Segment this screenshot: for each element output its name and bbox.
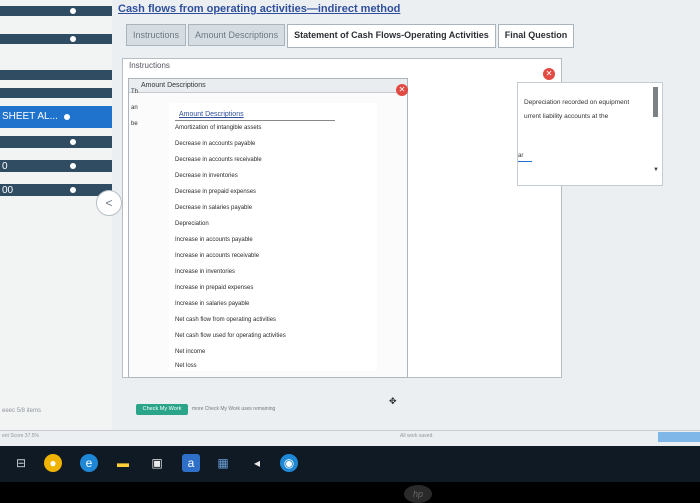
sidebar-dot [70,163,76,169]
store-icon[interactable]: ▣ [148,454,166,472]
page-title: Cash flows from operating activities—ind… [118,3,401,15]
close-icon[interactable]: ✕ [543,68,555,80]
descriptions-list: Amount Descriptions Amortization of inta… [169,103,377,371]
list-item: Increase in accounts payable [175,237,253,243]
text-underline [518,161,532,162]
sidebar-row-label: 00 [2,185,14,196]
app-icon[interactable]: ◉ [280,454,298,472]
list-item: Net income [175,349,206,355]
sidebar-bar [0,184,112,196]
list-item: Increase in prepaid expenses [175,285,254,291]
close-icon[interactable]: ✕ [396,84,408,96]
popup-header: Amount Descriptions [129,79,407,93]
sidebar-dot [70,139,76,145]
footer-button[interactable] [658,432,700,442]
sidebar-item-label: SHEET AL... [2,111,58,122]
instruction-text-fragment: ar [518,153,524,159]
background-text-fragment: be [131,121,138,127]
items-progress: eeec 5/8 items [2,408,42,414]
edge-icon[interactable]: e [80,454,98,472]
list-item: Decrease in accounts payable [175,141,256,147]
sidebar-bar [0,70,112,80]
tab-statement-of-cash-flows[interactable]: Statement of Cash Flows-Operating Activi… [287,24,496,48]
photos-icon[interactable]: ▦ [214,454,232,472]
list-item: Net cash flow from operating activities [175,317,277,323]
amount-descriptions-popup: Amount Descriptions Th an be Amount Desc… [128,78,408,378]
save-status: All work saved. [400,433,434,439]
taskbar [0,446,700,482]
sidebar-bar [0,88,112,98]
hp-logo-icon: hp [404,485,432,503]
left-sidebar: SHEET AL... 0 00 [0,0,112,440]
check-my-work-button[interactable]: Check My Work [136,404,188,415]
list-header: Amount Descriptions [179,111,244,118]
instruction-text-line: Depreciation recorded on equipment [524,99,630,106]
check-uses-remaining: more Check My Work uses remaining [192,406,276,412]
instructions-window-label: Instructions [129,61,170,70]
sidebar-bar [0,34,112,44]
tab-amount-descriptions[interactable]: Amount Descriptions [188,24,286,46]
instruction-text-line: urrent liability accounts at the [524,113,609,120]
back-arrow-icon[interactable]: < [96,190,122,216]
background-text-fragment: an [131,105,138,111]
header-underline [175,120,335,121]
list-item: Increase in accounts receivable [175,253,260,259]
score-text: ent Score 37.5% [2,433,39,439]
sidebar-bar [0,136,112,148]
list-item: Decrease in salaries payable [175,205,253,211]
background-text-fragment: Th [131,89,139,95]
sidebar-dot [70,187,76,193]
list-item: Decrease in accounts receivable [175,157,262,163]
footer [0,430,700,446]
tab-final-question[interactable]: Final Question [497,24,575,48]
list-item: Net cash flow used for operating activit… [175,333,286,339]
sidebar-bar [0,160,112,172]
sidebar-dot [70,36,76,42]
list-item: Increase in inventories [175,269,236,275]
tab-instructions[interactable]: Instructions [126,24,187,46]
list-item: Depreciation [175,221,209,227]
amazon-icon[interactable]: a [182,454,200,472]
instructions-text-panel: Depreciation recorded on equipment urren… [517,82,663,186]
chrome-icon[interactable]: ● [44,454,62,472]
cursor-icon: ✥ [389,396,397,406]
popup-title: Amount Descriptions [141,82,206,89]
sidebar-bar [0,6,112,16]
list-item: Decrease in prepaid expenses [175,189,257,195]
list-item: Increase in salaries payable [175,301,250,307]
scroll-down-icon[interactable]: ▼ [653,167,659,173]
monitor-bezel [0,482,700,503]
list-item: Net loss [175,363,197,369]
sidebar-dot [70,8,76,14]
list-item: Decrease in inventories [175,173,238,179]
folder-icon[interactable]: ▬ [114,454,132,472]
mail-icon[interactable]: ◂ [248,454,266,472]
list-item: Amortization of intangible assets [175,125,262,131]
tab-bar: Instructions Amount Descriptions Stateme… [126,24,576,52]
sidebar-row-label: 0 [2,161,8,172]
task-view-icon[interactable]: ⊟ [12,454,30,472]
sidebar-dot [64,114,70,120]
scrollbar-thumb[interactable] [653,87,658,117]
